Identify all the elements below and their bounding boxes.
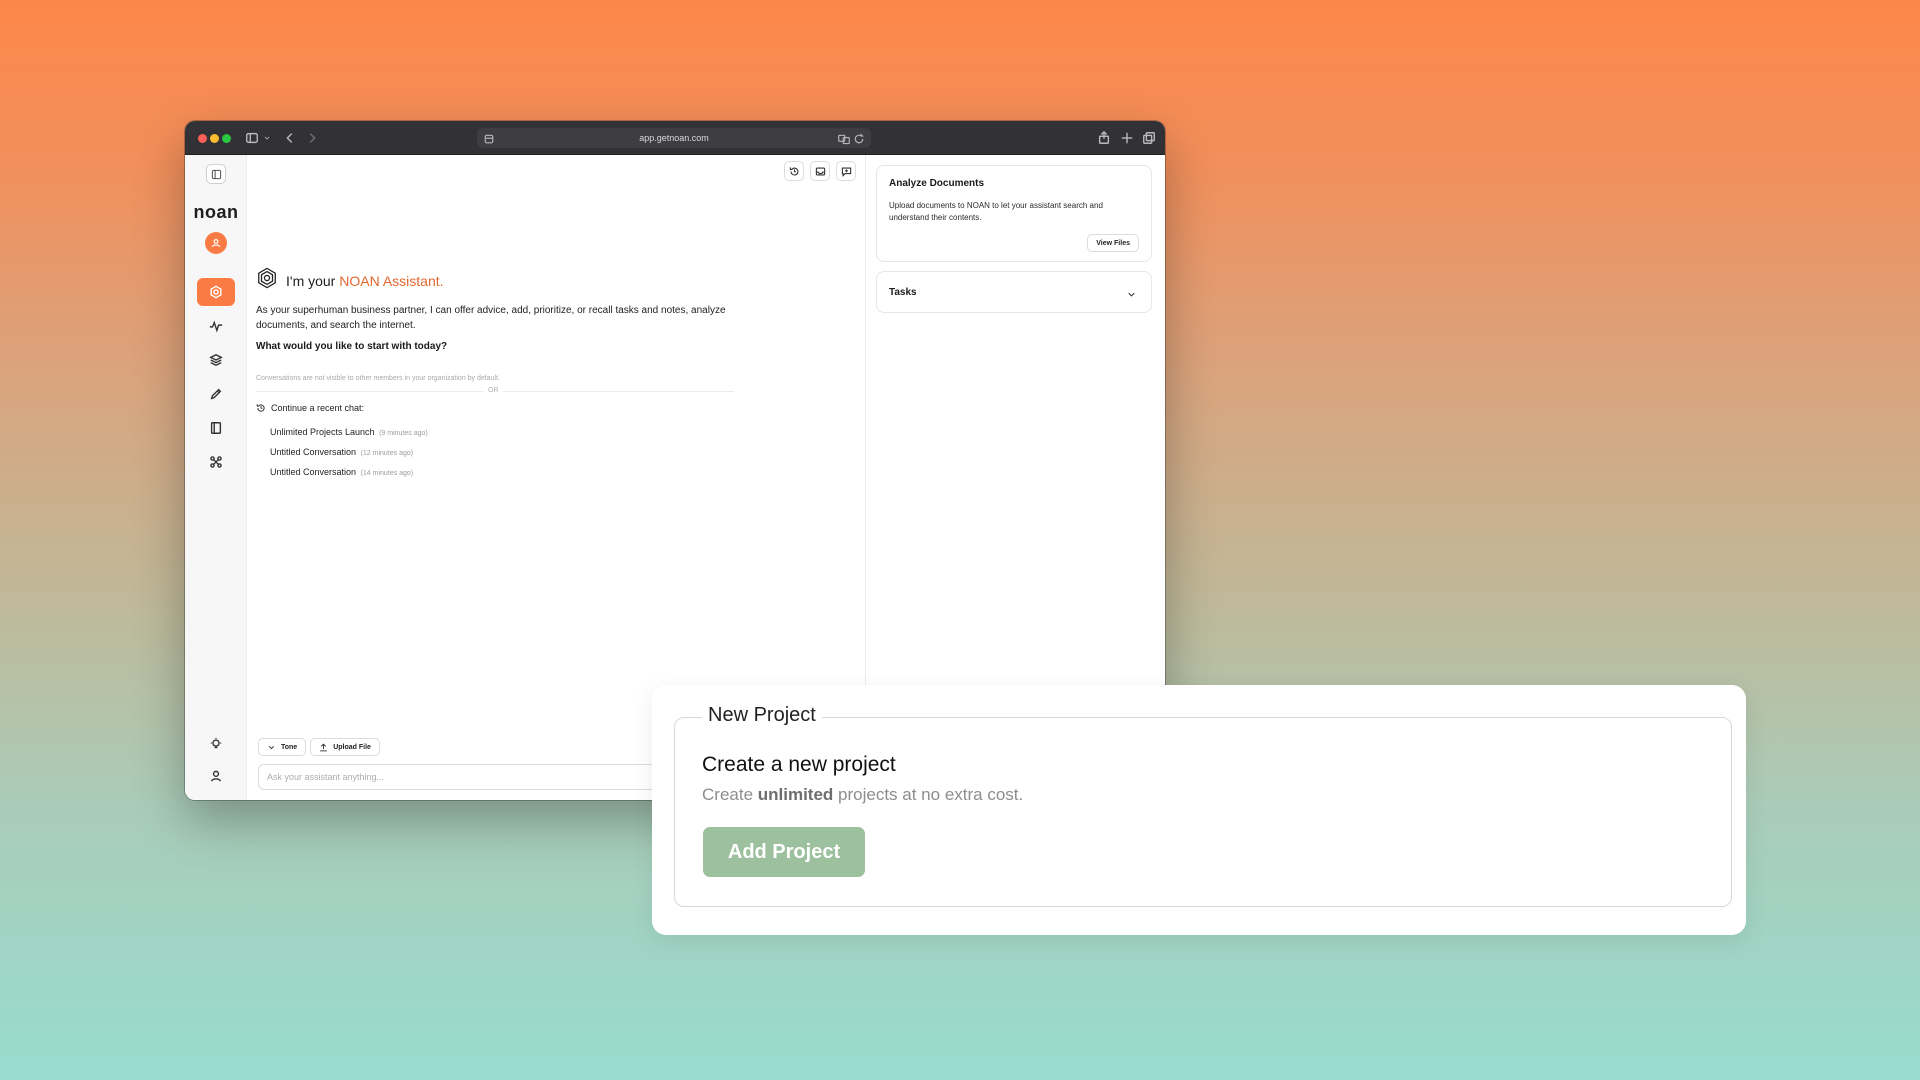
or-label: OR bbox=[484, 386, 503, 396]
recent-chat-item[interactable]: Untitled Conversation (14 minutes ago) bbox=[270, 466, 428, 486]
analyze-documents-description: Upload documents to NOAN to let your ass… bbox=[889, 201, 1103, 222]
browser-titlebar: app.getnoan.com bbox=[185, 121, 1165, 155]
recent-chat-title: Unlimited Projects Launch bbox=[270, 427, 375, 437]
upload-icon bbox=[320, 742, 328, 751]
new-chat-button[interactable] bbox=[836, 161, 856, 181]
sidebar-item-layers[interactable] bbox=[197, 346, 235, 374]
sidebar-item-library[interactable] bbox=[197, 414, 235, 442]
recent-chat-title: Untitled Conversation bbox=[270, 467, 357, 477]
greeting-prefix: I'm your bbox=[286, 272, 340, 289]
recent-chat-item[interactable]: Unlimited Projects Launch (9 minutes ago… bbox=[270, 426, 428, 446]
assistant-greeting: I'm your NOAN Assistant. bbox=[256, 267, 444, 294]
notebook-icon bbox=[210, 422, 222, 434]
privacy-note: Conversations are not visible to other m… bbox=[256, 375, 500, 382]
analyze-documents-card: Analyze Documents Upload documents to NO… bbox=[876, 165, 1152, 262]
new-project-legend: New Project bbox=[702, 704, 822, 727]
collapse-sidebar-button[interactable] bbox=[206, 164, 226, 184]
sidebar-item-activity[interactable] bbox=[197, 312, 235, 340]
recent-chat-title: Untitled Conversation bbox=[270, 447, 357, 457]
new-project-card: New Project Create a new project Create … bbox=[652, 685, 1746, 935]
translate-icon[interactable] bbox=[838, 132, 850, 150]
recent-chat-item[interactable]: Untitled Conversation (12 minutes ago) bbox=[270, 446, 428, 466]
chevron-down-icon[interactable] bbox=[263, 130, 271, 146]
continue-recent-chat: Continue a recent chat: bbox=[256, 403, 364, 413]
close-window-button[interactable] bbox=[198, 134, 207, 143]
inbox-button[interactable] bbox=[810, 161, 830, 181]
add-project-button[interactable]: Add Project bbox=[703, 827, 865, 877]
tasks-title: Tasks bbox=[889, 287, 917, 298]
history-button[interactable] bbox=[784, 161, 804, 181]
noan-logo: noan bbox=[193, 202, 239, 222]
continue-label: Continue a recent chat: bbox=[271, 403, 365, 413]
tab-overview-icon[interactable] bbox=[1142, 130, 1156, 146]
sidebar-item-ideas[interactable] bbox=[197, 730, 235, 758]
lightbulb-icon bbox=[210, 737, 222, 749]
greeting-assistant-name: NOAN Assistant. bbox=[339, 272, 444, 289]
assistant-intro: As your superhuman business partner, I c… bbox=[256, 305, 726, 331]
assistant-icon bbox=[210, 285, 222, 299]
assistant-question: What would you like to start with today? bbox=[256, 341, 448, 352]
new-tab-icon[interactable] bbox=[1120, 130, 1134, 146]
analyze-documents-title: Analyze Documents bbox=[889, 178, 985, 189]
or-divider: OR bbox=[256, 386, 734, 396]
chevron-down-icon bbox=[268, 745, 275, 749]
url-text: app.getnoan.com bbox=[639, 133, 709, 143]
sidebar: noan bbox=[185, 155, 247, 800]
reload-icon[interactable] bbox=[853, 132, 865, 150]
new-chat-icon bbox=[841, 167, 851, 177]
pencil-icon bbox=[210, 388, 222, 400]
back-icon[interactable] bbox=[283, 130, 297, 146]
sidebar-item-notes[interactable] bbox=[197, 380, 235, 408]
forward-icon[interactable] bbox=[305, 130, 319, 146]
inbox-icon bbox=[815, 167, 825, 175]
assistant-hexagon-icon bbox=[256, 267, 278, 294]
integrations-icon bbox=[210, 456, 222, 468]
recent-chat-list: Unlimited Projects Launch (9 minutes ago… bbox=[270, 426, 428, 486]
recent-chat-time: (12 minutes ago) bbox=[360, 450, 414, 457]
organization-avatar[interactable] bbox=[205, 232, 227, 254]
sidebar-item-integrations[interactable] bbox=[197, 448, 235, 476]
upload-file-button[interactable]: Upload File bbox=[310, 738, 380, 756]
user-icon bbox=[210, 770, 222, 782]
recent-chat-time: (9 minutes ago) bbox=[379, 430, 428, 437]
recent-chat-time: (14 minutes ago) bbox=[360, 470, 414, 477]
sidebar-item-assistant[interactable] bbox=[197, 278, 235, 306]
tone-button[interactable]: Tone bbox=[258, 738, 307, 756]
activity-icon bbox=[209, 320, 223, 333]
sidebar-item-profile[interactable] bbox=[197, 762, 235, 790]
history-icon bbox=[789, 166, 798, 176]
share-icon[interactable] bbox=[1097, 130, 1111, 146]
minimize-window-button[interactable] bbox=[210, 134, 219, 143]
tasks-accordion[interactable]: Tasks bbox=[876, 271, 1152, 313]
new-project-subtitle: Create unlimited projects at no extra co… bbox=[702, 785, 1024, 804]
view-files-button[interactable]: View Files bbox=[1087, 234, 1139, 252]
chevron-down-icon[interactable] bbox=[1126, 287, 1137, 305]
new-project-fieldset bbox=[674, 717, 1732, 907]
new-project-heading: Create a new project bbox=[702, 753, 896, 776]
history-icon bbox=[256, 404, 265, 412]
address-bar[interactable]: app.getnoan.com bbox=[477, 128, 871, 148]
layers-icon bbox=[209, 353, 223, 367]
maximize-window-button[interactable] bbox=[222, 134, 231, 143]
sidebar-toggle-icon[interactable] bbox=[245, 130, 259, 146]
